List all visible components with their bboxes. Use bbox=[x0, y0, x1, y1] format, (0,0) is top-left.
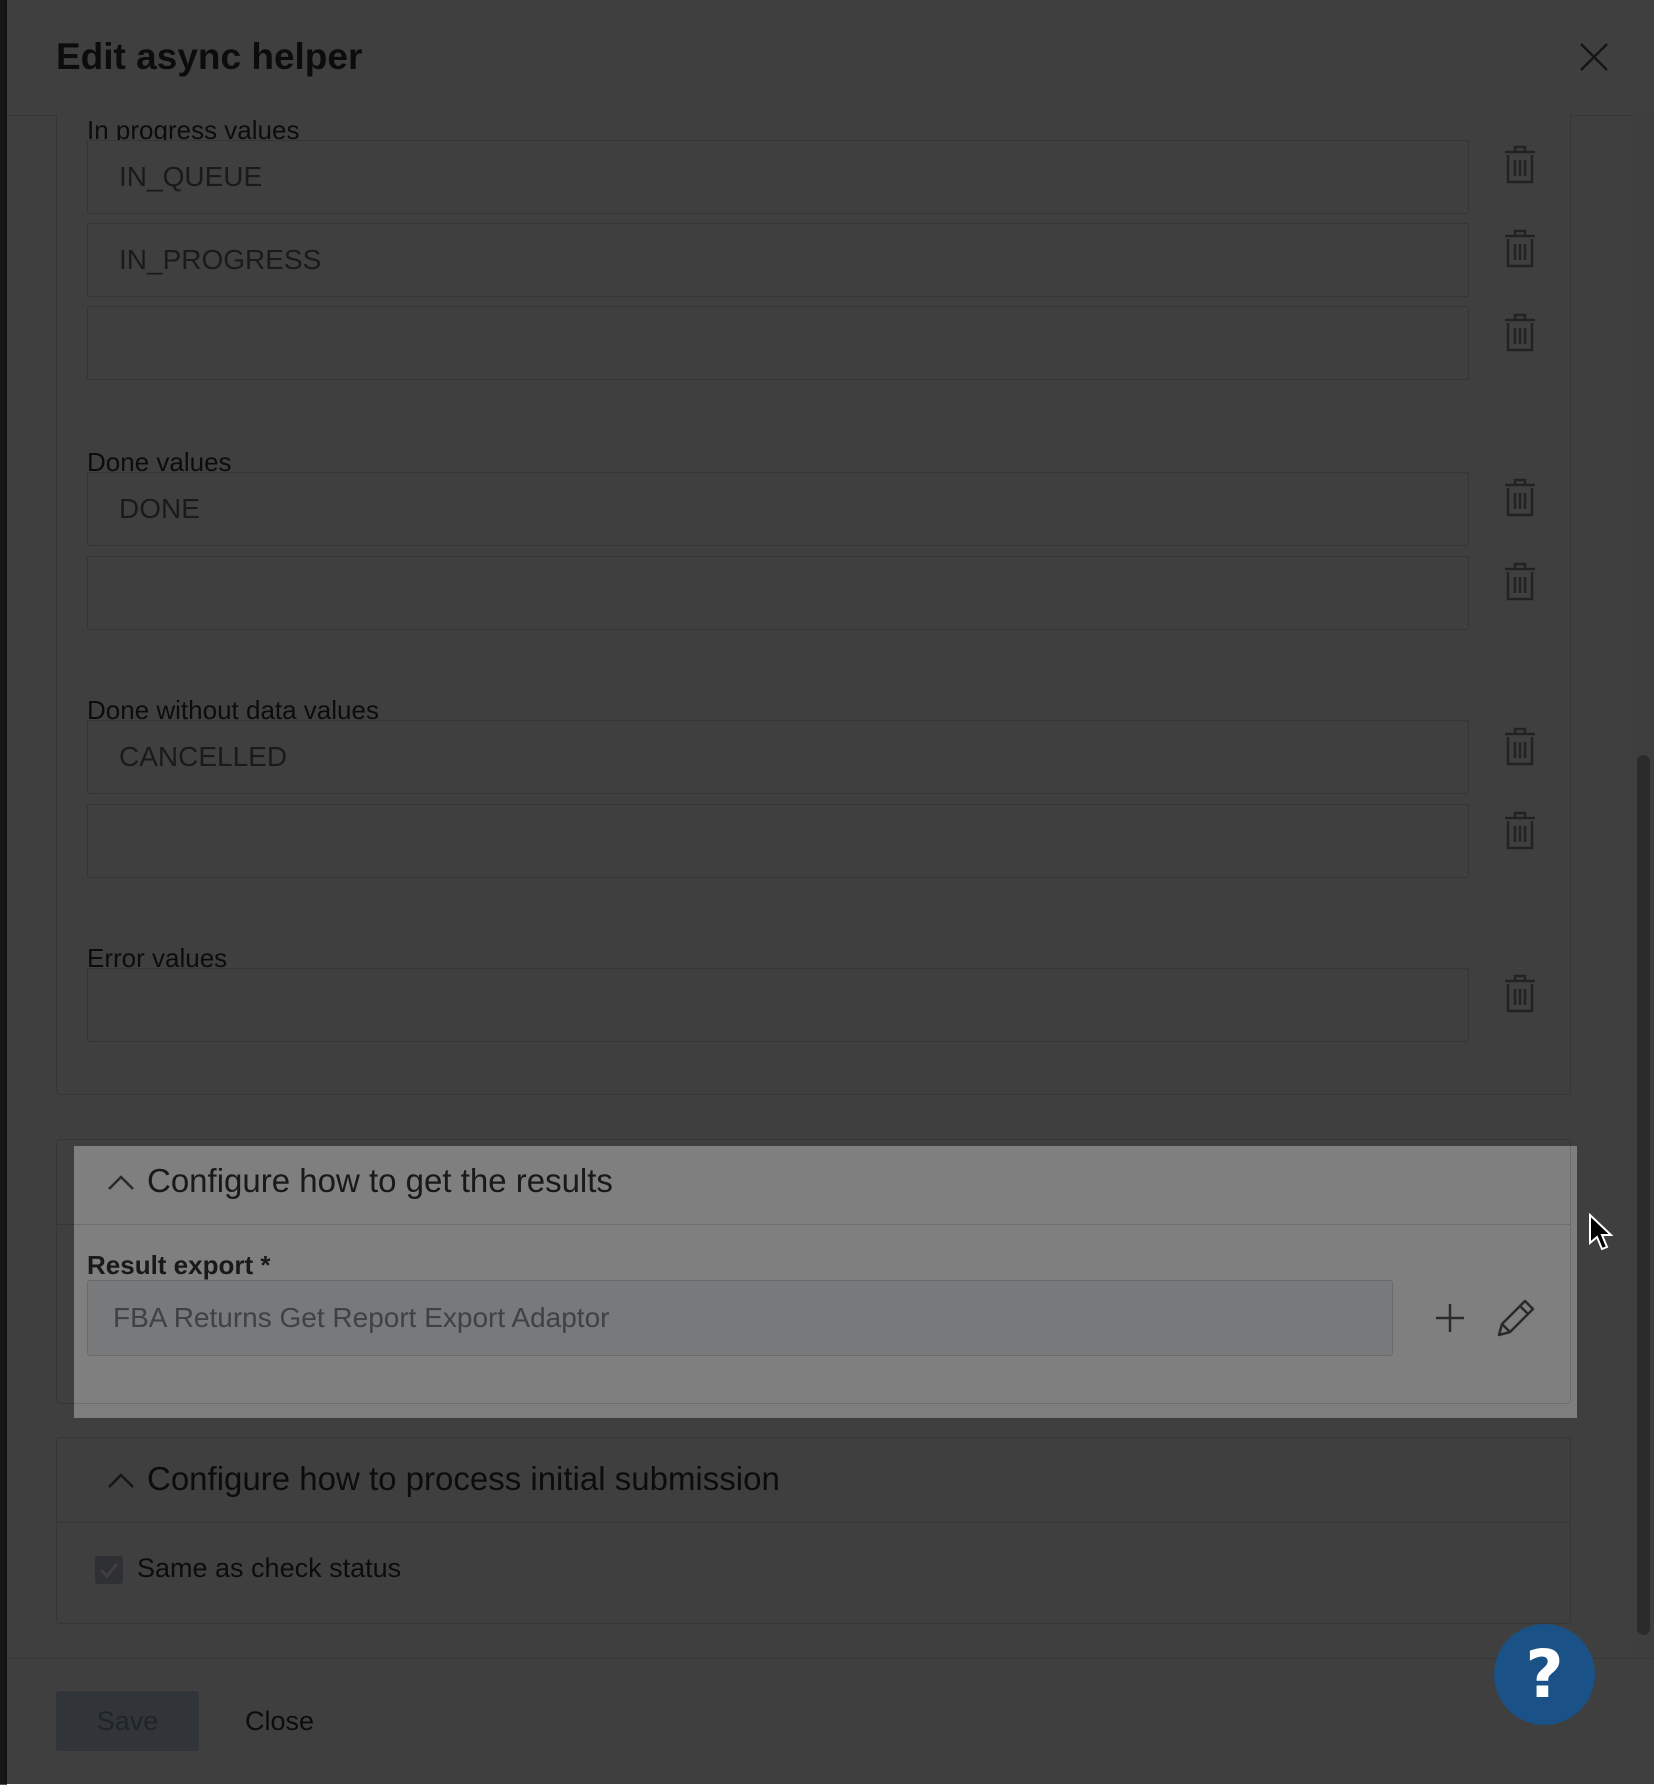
pencil-icon[interactable] bbox=[1493, 1295, 1539, 1341]
trash-icon[interactable] bbox=[1501, 311, 1539, 353]
results-section-header[interactable]: Configure how to get the results bbox=[57, 1140, 1570, 1225]
trash-icon[interactable] bbox=[1501, 972, 1539, 1014]
done-value-input[interactable] bbox=[87, 556, 1469, 630]
checkmark-icon bbox=[99, 1563, 119, 1579]
edit-async-helper-drawer: Edit async helper In progress values Don… bbox=[7, 0, 1654, 1785]
trash-icon[interactable] bbox=[1501, 809, 1539, 851]
trash-icon[interactable] bbox=[1501, 227, 1539, 269]
trash-icon[interactable] bbox=[1501, 560, 1539, 602]
in-progress-value-input[interactable] bbox=[87, 223, 1469, 297]
in-progress-value-input[interactable] bbox=[87, 140, 1469, 214]
same-as-check-status-checkbox[interactable] bbox=[95, 1556, 123, 1584]
trash-icon[interactable] bbox=[1501, 725, 1539, 767]
drawer-header: Edit async helper bbox=[7, 0, 1654, 116]
save-button[interactable]: Save bbox=[56, 1691, 199, 1751]
trash-icon[interactable] bbox=[1501, 143, 1539, 185]
drawer-footer: Save Close bbox=[7, 1658, 1654, 1785]
result-export-label: Result export * bbox=[87, 1250, 271, 1280]
chevron-up-icon bbox=[108, 1175, 134, 1190]
scrollbar-thumb[interactable] bbox=[1637, 755, 1650, 1635]
done-without-data-value-input[interactable] bbox=[87, 720, 1469, 794]
done-without-data-value-input[interactable] bbox=[87, 804, 1469, 878]
plus-icon[interactable] bbox=[1432, 1300, 1468, 1336]
mouse-cursor-icon bbox=[1589, 1213, 1614, 1251]
submission-section-title: Configure how to process initial submiss… bbox=[147, 1460, 780, 1497]
submission-panel: Configure how to process initial submiss… bbox=[56, 1437, 1571, 1624]
close-icon[interactable] bbox=[1577, 40, 1611, 74]
chevron-up-icon bbox=[108, 1473, 134, 1488]
help-button[interactable]: ? bbox=[1494, 1624, 1595, 1725]
drawer-body: In progress values Done values Done with… bbox=[7, 115, 1654, 1658]
trash-icon[interactable] bbox=[1501, 476, 1539, 518]
submission-section-header[interactable]: Configure how to process initial submiss… bbox=[57, 1438, 1570, 1523]
done-value-input[interactable] bbox=[87, 472, 1469, 546]
close-button[interactable]: Close bbox=[235, 1691, 324, 1751]
results-panel: Configure how to get the results Result … bbox=[56, 1139, 1571, 1404]
drawer-title: Edit async helper bbox=[56, 36, 363, 77]
same-as-check-status-label: Same as check status bbox=[137, 1553, 402, 1583]
result-export-input[interactable] bbox=[87, 1280, 1393, 1356]
results-section-title: Configure how to get the results bbox=[147, 1162, 613, 1199]
in-progress-value-input[interactable] bbox=[87, 306, 1469, 380]
error-value-input[interactable] bbox=[87, 968, 1469, 1042]
